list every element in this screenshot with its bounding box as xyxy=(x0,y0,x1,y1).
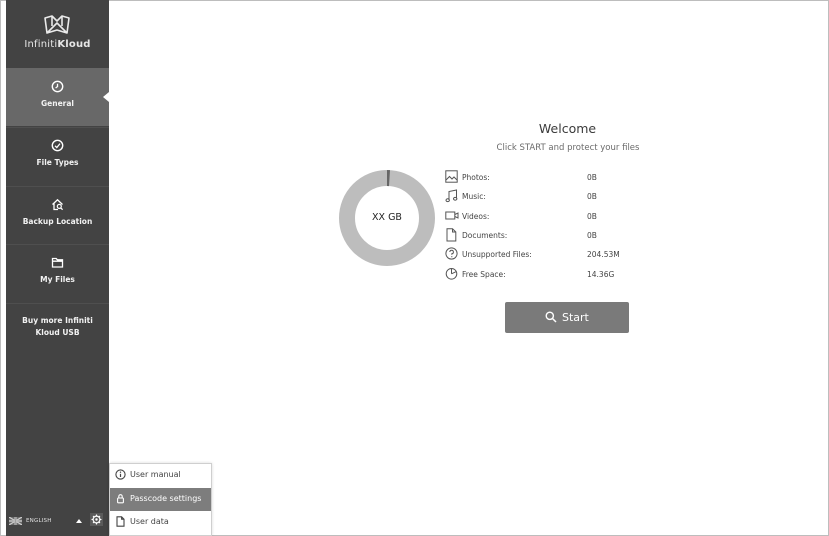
stat-value: 0B xyxy=(587,192,597,201)
donut-label: XX GB xyxy=(372,212,402,223)
sidebar-item-my-files[interactable]: My Files xyxy=(6,244,109,302)
sidebar-item-label: File Types xyxy=(36,158,79,167)
sidebar-item-label: Backup Location xyxy=(22,217,93,226)
page-title: Welcome xyxy=(538,121,597,136)
language-selector[interactable]: ENGLISH xyxy=(26,518,52,524)
settings-menu: User manual Passcode settings User data xyxy=(109,463,212,536)
stat-value: 204.53M xyxy=(587,250,620,259)
stat-label: Music: xyxy=(462,192,486,201)
lock-icon xyxy=(117,494,124,504)
info-icon xyxy=(115,469,126,480)
video-camera-icon xyxy=(445,211,459,220)
active-indicator xyxy=(103,92,109,102)
uk-flag-icon xyxy=(9,517,22,525)
stat-value: 14.36G xyxy=(587,270,615,279)
clock-icon xyxy=(51,80,64,93)
check-circle-icon xyxy=(51,139,64,152)
stat-label: Videos: xyxy=(462,212,490,221)
folder-icon xyxy=(51,257,64,268)
start-button[interactable]: Start xyxy=(505,302,629,333)
sidebar-item-label: My Files xyxy=(40,275,75,284)
sidebar-item-backup-location[interactable]: Backup Location xyxy=(6,186,109,244)
stat-label: Free Space: xyxy=(462,270,506,279)
stat-label: Documents: xyxy=(462,231,508,240)
stat-label: Unsupported Files: xyxy=(462,250,532,259)
logo-text: InfinitiKloud xyxy=(24,39,91,50)
menu-item-label: User data xyxy=(130,517,169,526)
home-search-icon xyxy=(52,198,64,211)
menu-item-passcode-settings[interactable]: Passcode settings xyxy=(110,488,211,511)
caret-up-icon[interactable] xyxy=(76,519,82,523)
sidebar-footer: ENGLISH xyxy=(6,508,109,534)
menu-item-label: User manual xyxy=(130,470,181,479)
music-note-icon xyxy=(445,189,458,203)
logo: InfinitiKloud xyxy=(6,0,109,68)
page-subtitle: Click START and protect your files xyxy=(496,143,640,153)
sidebar-item-label: General xyxy=(41,99,74,108)
start-button-label: Start xyxy=(562,311,589,324)
document-icon xyxy=(116,516,125,527)
image-icon xyxy=(445,170,458,183)
menu-item-user-manual[interactable]: User manual xyxy=(110,464,211,487)
infinitikloud-logo-icon xyxy=(44,15,70,34)
sidebar: InfinitiKloud General File Types Backup … xyxy=(6,0,109,536)
gear-icon[interactable] xyxy=(90,513,103,526)
menu-item-user-data[interactable]: User data xyxy=(110,511,211,534)
stat-value: 0B xyxy=(587,231,597,240)
sidebar-item-file-types[interactable]: File Types xyxy=(6,127,109,185)
stat-label: Photos: xyxy=(462,173,490,182)
question-circle-icon xyxy=(445,247,458,260)
app-window xyxy=(0,0,829,536)
buy-more-link[interactable]: Buy more Infiniti Kloud USB xyxy=(10,315,105,339)
stat-value: 0B xyxy=(587,173,597,182)
sidebar-item-general[interactable]: General xyxy=(6,68,109,126)
menu-item-label: Passcode settings xyxy=(130,494,202,503)
document-icon xyxy=(446,228,457,242)
stat-value: 0B xyxy=(587,212,597,221)
search-icon xyxy=(545,311,557,323)
pie-icon xyxy=(445,268,458,280)
